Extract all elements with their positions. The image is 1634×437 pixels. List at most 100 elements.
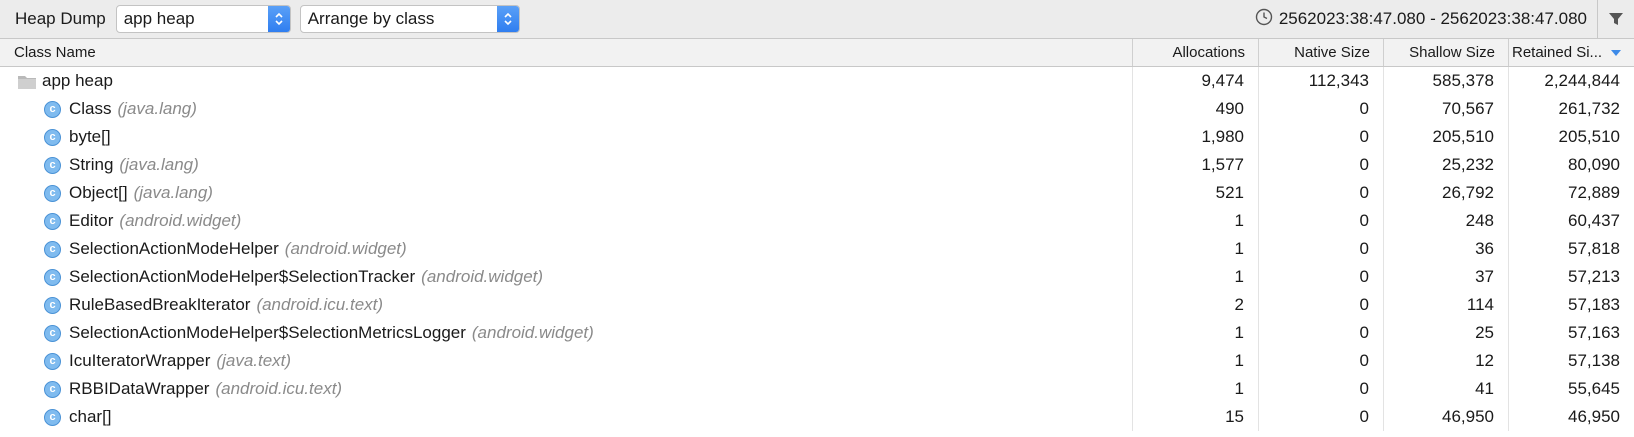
class-icon: c xyxy=(44,352,61,370)
column-native-size[interactable]: Native Size xyxy=(1259,39,1384,66)
filter-button[interactable] xyxy=(1598,0,1634,38)
allocations-value: 1 xyxy=(1133,207,1259,235)
retained-size-value: 57,138 xyxy=(1568,351,1620,370)
package-name: (java.lang) xyxy=(133,183,213,202)
allocations-value: 490 xyxy=(1133,95,1259,123)
shallow-size-value: 26,792 xyxy=(1384,179,1509,207)
table-row[interactable]: c Object[] (java.lang) 521 0 26,792 72,8… xyxy=(0,179,1634,207)
class-name: IcuIteratorWrapper xyxy=(69,351,211,370)
package-name: (android.icu.text) xyxy=(215,379,343,398)
package-name: (android.widget) xyxy=(471,323,594,342)
class-name: String xyxy=(69,155,114,174)
package-name: (android.widget) xyxy=(119,211,242,230)
table-row[interactable]: c RuleBasedBreakIterator (android.icu.te… xyxy=(0,291,1634,319)
column-shallow-size[interactable]: Shallow Size xyxy=(1384,39,1509,66)
class-name: RBBIDataWrapper xyxy=(69,379,210,398)
toolbar-title: Heap Dump xyxy=(15,9,106,28)
column-class-name[interactable]: Class Name xyxy=(0,39,1133,66)
table-row[interactable]: c IcuIteratorWrapper (java.text) 1 0 12 … xyxy=(0,347,1634,375)
table-row-root[interactable]: app heap 9,474 112,343 585,378 2,244,844 xyxy=(0,67,1634,95)
allocations-value: 1,577 xyxy=(1133,151,1259,179)
root-allocations: 9,474 xyxy=(1133,67,1259,95)
native-size-value: 0 xyxy=(1259,151,1384,179)
retained-size-value: 46,950 xyxy=(1568,407,1620,426)
package-name: (android.widget) xyxy=(421,267,544,286)
class-name: Editor xyxy=(69,211,114,230)
native-size-value: 0 xyxy=(1259,319,1384,347)
retained-size-value: 205,510 xyxy=(1558,127,1620,146)
class-icon: c xyxy=(44,296,61,314)
native-size-value: 0 xyxy=(1259,235,1384,263)
class-name: Class xyxy=(69,99,112,118)
allocations-value: 1 xyxy=(1133,347,1259,375)
class-name: SelectionActionModeHelper$SelectionTrack… xyxy=(69,267,416,286)
class-icon: c xyxy=(44,156,61,174)
native-size-value: 0 xyxy=(1259,375,1384,403)
root-retained-size: 2,244,844 xyxy=(1544,71,1620,90)
native-size-value: 0 xyxy=(1259,291,1384,319)
chevron-updown-icon xyxy=(496,6,519,32)
native-size-value: 0 xyxy=(1259,403,1384,431)
column-retained-size-label: Retained Si... xyxy=(1512,44,1603,61)
shallow-size-value: 46,950 xyxy=(1384,403,1509,431)
table-row[interactable]: c RBBIDataWrapper (android.icu.text) 1 0… xyxy=(0,375,1634,403)
class-name: SelectionActionModeHelper xyxy=(69,239,279,258)
native-size-value: 0 xyxy=(1259,207,1384,235)
class-name: RuleBasedBreakIterator xyxy=(69,295,251,314)
allocations-value: 1 xyxy=(1133,263,1259,291)
native-size-value: 0 xyxy=(1259,347,1384,375)
sort-desc-icon xyxy=(1611,50,1622,56)
column-allocations[interactable]: Allocations xyxy=(1133,39,1259,66)
time-range: 2562023:38:47.080 - 2562023:38:47.080 xyxy=(1278,9,1587,28)
native-size-value: 0 xyxy=(1259,123,1384,151)
table-row[interactable]: c String (java.lang) 1,577 0 25,232 80,0… xyxy=(0,151,1634,179)
class-icon: c xyxy=(44,408,61,426)
package-name: (java.lang) xyxy=(117,99,197,118)
retained-size-value: 57,163 xyxy=(1568,323,1620,342)
package-name: (android.icu.text) xyxy=(256,295,384,314)
shallow-size-value: 12 xyxy=(1384,347,1509,375)
shallow-size-value: 25,232 xyxy=(1384,151,1509,179)
root-native-size: 112,343 xyxy=(1259,67,1384,95)
allocations-value: 2 xyxy=(1133,291,1259,319)
retained-size-value: 55,645 xyxy=(1568,379,1620,398)
table-row[interactable]: c SelectionActionModeHelper$SelectionMet… xyxy=(0,319,1634,347)
allocations-value: 15 xyxy=(1133,403,1259,431)
folder-icon xyxy=(18,75,36,89)
native-size-value: 0 xyxy=(1259,263,1384,291)
shallow-size-value: 205,510 xyxy=(1384,123,1509,151)
retained-size-value: 57,213 xyxy=(1568,267,1620,286)
arrange-select-value: Arrange by class xyxy=(307,9,435,28)
allocations-value: 1 xyxy=(1133,319,1259,347)
retained-size-value: 80,090 xyxy=(1568,155,1620,174)
table-row[interactable]: c Class (java.lang) 490 0 70,567 261,732 xyxy=(0,95,1634,123)
chevron-updown-icon xyxy=(267,6,290,32)
class-icon: c xyxy=(44,128,61,146)
shallow-size-value: 70,567 xyxy=(1384,95,1509,123)
class-icon: c xyxy=(44,212,61,230)
clock-icon xyxy=(1255,8,1273,31)
retained-size-value: 60,437 xyxy=(1568,211,1620,230)
class-name: SelectionActionModeHelper$SelectionMetri… xyxy=(69,323,466,342)
table-row[interactable]: c char[] 15 0 46,950 46,950 xyxy=(0,403,1634,431)
heap-select[interactable]: app heap xyxy=(115,5,291,33)
native-size-value: 0 xyxy=(1259,179,1384,207)
filter-icon xyxy=(1609,13,1623,25)
class-name: char[] xyxy=(69,407,112,426)
column-retained-size[interactable]: Retained Si... xyxy=(1509,39,1634,66)
heap-select-value: app heap xyxy=(123,9,195,28)
class-icon: c xyxy=(44,324,61,342)
table-row[interactable]: c byte[] 1,980 0 205,510 205,510 xyxy=(0,123,1634,151)
retained-size-value: 261,732 xyxy=(1558,99,1620,118)
shallow-size-value: 41 xyxy=(1384,375,1509,403)
shallow-size-value: 248 xyxy=(1384,207,1509,235)
table-row[interactable]: c SelectionActionModeHelper (android.wid… xyxy=(0,235,1634,263)
table-row[interactable]: c Editor (android.widget) 1 0 248 60,437 xyxy=(0,207,1634,235)
table-row[interactable]: c SelectionActionModeHelper$SelectionTra… xyxy=(0,263,1634,291)
toolbar-right: 2562023:38:47.080 - 2562023:38:47.080 xyxy=(1255,0,1634,38)
allocations-value: 521 xyxy=(1133,179,1259,207)
table-header: Class Name Allocations Native Size Shall… xyxy=(0,39,1634,67)
arrange-select[interactable]: Arrange by class xyxy=(299,5,520,33)
class-icon: c xyxy=(44,380,61,398)
package-name: (android.widget) xyxy=(284,239,407,258)
